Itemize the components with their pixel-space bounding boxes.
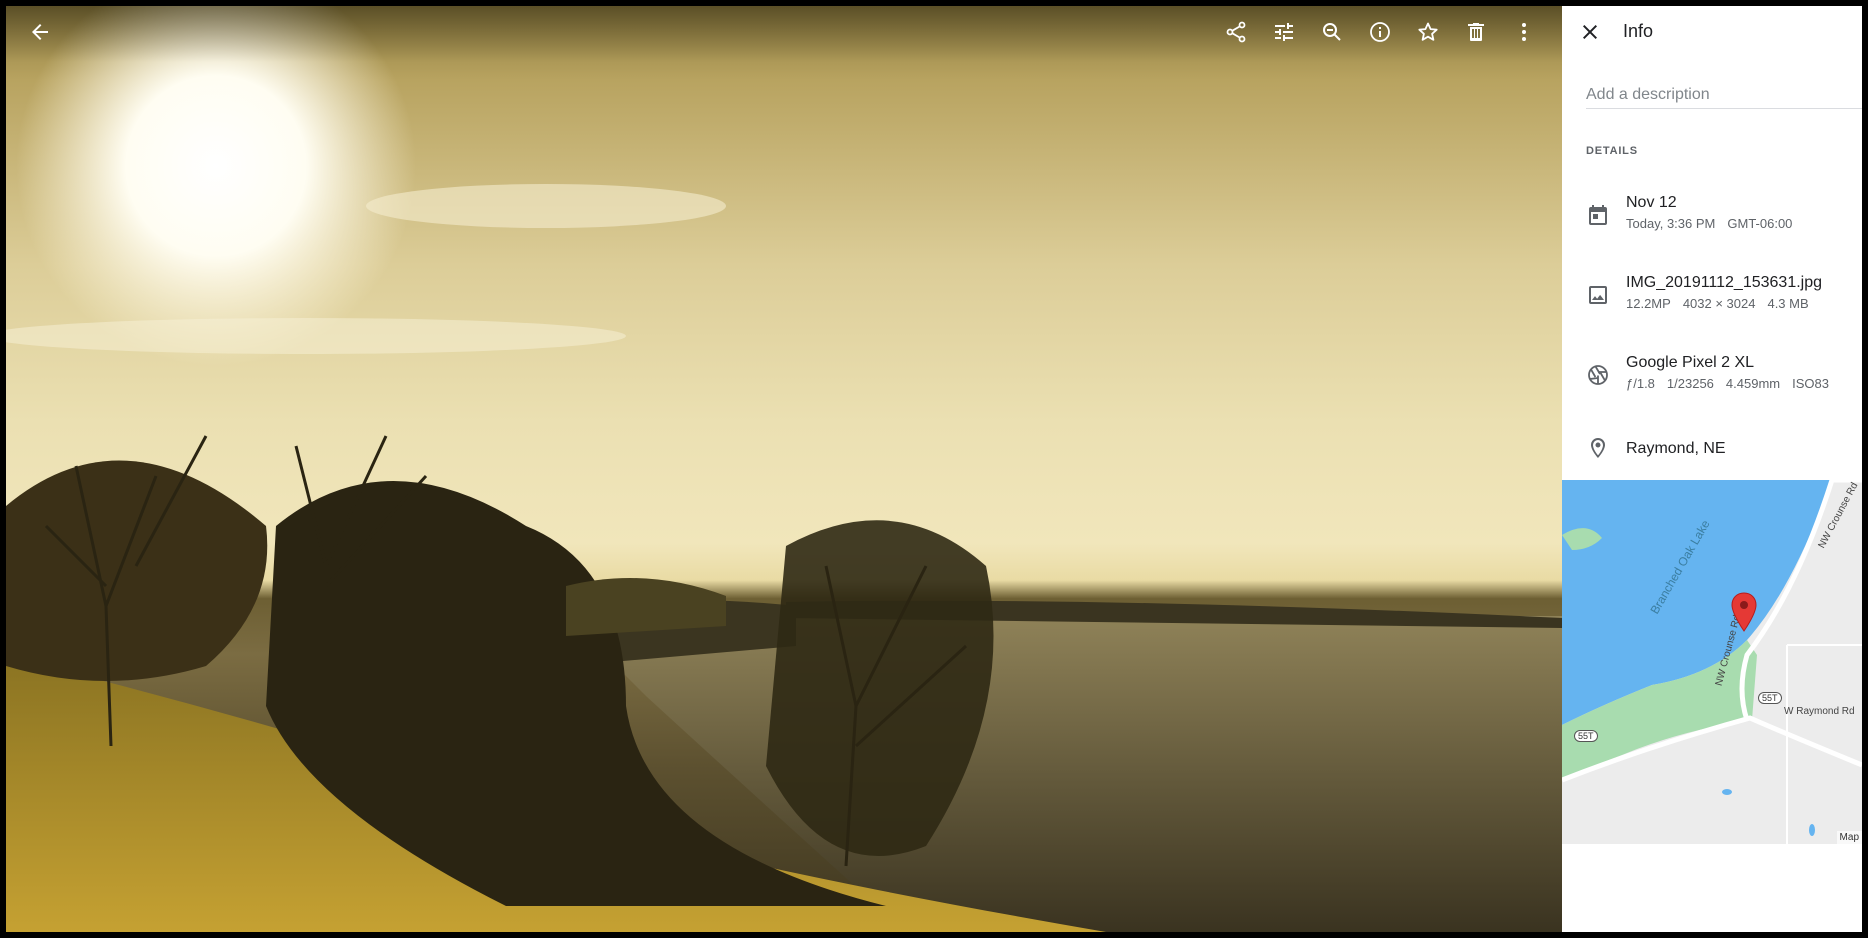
share-button[interactable] xyxy=(1216,12,1256,52)
info-button[interactable] xyxy=(1360,12,1400,52)
edit-button[interactable] xyxy=(1264,12,1304,52)
map-graphic xyxy=(1562,480,1862,844)
zoom-out-icon xyxy=(1323,23,1341,41)
back-button[interactable] xyxy=(20,12,60,52)
trash-icon xyxy=(1468,23,1484,41)
close-icon xyxy=(1583,25,1597,39)
zoom-out-button[interactable] xyxy=(1312,12,1352,52)
description-input[interactable] xyxy=(1586,80,1862,109)
shutter-text: 1/23256 xyxy=(1666,376,1714,391)
file-name: IMG_20191112_153631.jpg xyxy=(1626,274,1823,291)
photo-viewer-window: Info DETAILS Nov 12 Today, 3:36 PM GMT-06… xyxy=(6,6,1862,932)
delete-button[interactable] xyxy=(1456,12,1496,52)
arrow-back-icon xyxy=(32,24,48,40)
route-shield: 55T xyxy=(1758,692,1782,704)
camera-secondary: ƒ/1.8 1/23256 4.459mm ISO83 xyxy=(1626,376,1841,391)
time-text: Today, 3:36 PM xyxy=(1626,216,1716,231)
aperture-text: ƒ/1.8 xyxy=(1626,376,1655,391)
photo xyxy=(6,6,1562,932)
file-secondary: 12.2MP 4032 × 3024 4.3 MB xyxy=(1626,296,1821,311)
road-label-raymond: W Raymond Rd xyxy=(1784,706,1855,717)
photo-viewer[interactable] xyxy=(6,6,1562,932)
file-size-text: 4.3 MB xyxy=(1767,296,1809,311)
details-heading: DETAILS xyxy=(1586,145,1638,157)
panel-title: Info xyxy=(1623,21,1654,41)
date-secondary: Today, 3:36 PM GMT-06:00 xyxy=(1626,216,1804,231)
focal-length-text: 4.459mm xyxy=(1725,376,1781,391)
star-icon xyxy=(1418,22,1438,41)
more-vert-icon xyxy=(1522,23,1526,41)
info-icon xyxy=(1370,22,1390,42)
resolution-text: 4032 × 3024 xyxy=(1682,296,1756,311)
close-info-button[interactable] xyxy=(1570,12,1610,52)
iso-text: ISO83 xyxy=(1792,376,1829,391)
route-shield: 55T xyxy=(1574,730,1598,742)
location-map[interactable]: Branched Oak Lake NW Crounse Rd NW Croun… xyxy=(1562,480,1862,844)
image-icon xyxy=(1589,286,1607,304)
more-options-button[interactable] xyxy=(1504,12,1544,52)
tune-icon xyxy=(1275,23,1293,41)
location-pin-icon xyxy=(1591,438,1605,458)
share-icon xyxy=(1226,21,1246,43)
timezone-text: GMT-06:00 xyxy=(1727,216,1793,231)
viewer-toolbar xyxy=(6,6,1562,62)
info-panel: Info DETAILS Nov 12 Today, 3:36 PM GMT-06… xyxy=(1562,6,1862,932)
location-name: Raymond, NE xyxy=(1626,440,1726,457)
map-pin-icon xyxy=(1731,592,1757,632)
map-attribution: Map xyxy=(1836,831,1862,844)
favorite-button[interactable] xyxy=(1408,12,1448,52)
date-primary: Nov 12 xyxy=(1626,194,1677,211)
megapixels-text: 12.2MP xyxy=(1626,296,1671,311)
camera-model: Google Pixel 2 XL xyxy=(1626,354,1755,371)
calendar-icon xyxy=(1589,205,1607,225)
aperture-icon xyxy=(1588,365,1608,385)
